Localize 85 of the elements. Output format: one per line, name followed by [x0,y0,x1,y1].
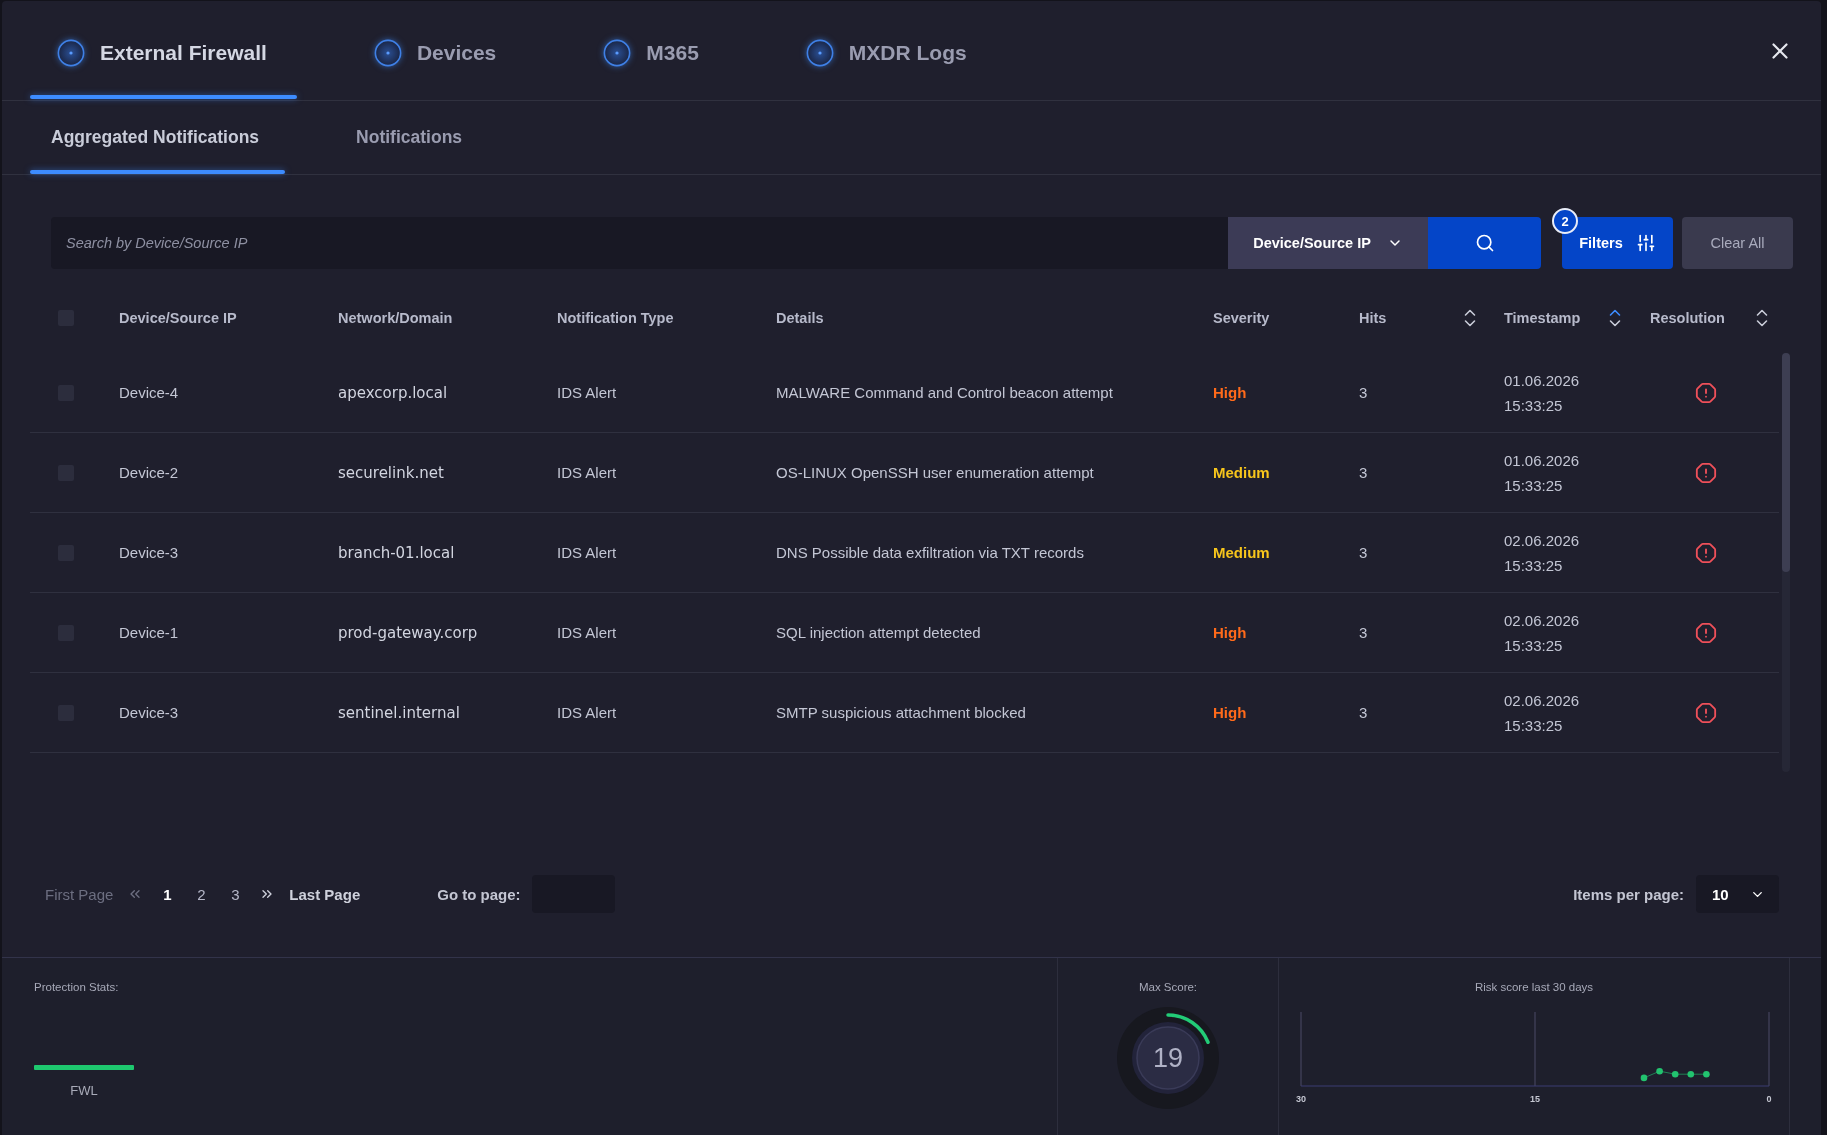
page-number[interactable]: 2 [191,879,212,909]
scrollbar-thumb[interactable] [1782,353,1790,572]
table-cell: branch-01.local [338,543,455,562]
timestamp-date: 02.06.2026 [1504,530,1580,551]
table-cell: 3 [1359,544,1368,561]
source-tab[interactable]: MXDR Logs [778,1,997,100]
severity-label: High [1213,704,1247,721]
page-number[interactable]: 1 [157,879,178,909]
table-cell: Device-3 [119,704,179,721]
section-title: Risk score last 30 days [1474,980,1594,994]
table-cell: Device-4 [119,384,179,401]
table-cell: SQL injection attempt detected [776,624,981,641]
source-tab[interactable]: External Firewall [30,1,297,100]
go-to-page-label: Go to page: [437,885,521,903]
axis-tick-label: 0 [1766,1094,1771,1104]
column-header: Network/Domain [338,310,453,326]
ring-dot-icon [57,38,85,67]
ring-dot-icon [373,38,402,67]
table-cell: IDS Alert [557,384,617,401]
column-header: Severity [1213,310,1270,326]
severity-label: Medium [1213,464,1270,481]
table-cell: 3 [1359,464,1368,481]
table-cell: OS-LINUX OpenSSH user enumeration attempt [776,464,1094,481]
view-tab[interactable]: Notifications [335,101,489,174]
table-cell: IDS Alert [557,544,617,561]
axis-tick-label: 15 [1529,1094,1540,1104]
table-cell: DNS Possible data exfiltration via TXT records [776,544,1084,561]
column-header: Hits [1359,310,1387,326]
table-cell: Device-1 [119,624,179,641]
page-number[interactable]: 3 [225,879,246,909]
timestamp-time: 15:33:25 [1504,555,1563,576]
ring-dot-icon [805,38,834,67]
sort-icon[interactable] [1464,308,1476,328]
clear-all-button[interactable]: Clear All [1682,217,1793,269]
search-icon [1474,233,1495,253]
items-per-page-label: Items per page: [1573,885,1684,903]
timestamp-date: 01.06.2026 [1504,370,1580,391]
timestamp-time: 15:33:25 [1504,475,1563,496]
view-tab[interactable]: Aggregated Notifications [30,101,286,174]
section-title: Protection Stats: [34,980,119,994]
last-page-link[interactable]: Last Page [289,885,361,903]
column-header: Device/Source IP [119,310,237,326]
severity-label: High [1213,624,1247,641]
column-header: Details [776,310,824,326]
timestamp-date: 02.06.2026 [1504,610,1580,631]
sliders-icon [1635,233,1656,253]
column-header: Resolution [1650,310,1725,326]
timestamp-time: 15:33:25 [1504,635,1563,656]
source-tab[interactable]: Devices [346,1,527,100]
sort-icon[interactable] [1756,308,1768,328]
ring-dot-icon [603,38,632,67]
search-button[interactable] [1428,217,1541,269]
table-cell: Device-3 [119,544,179,561]
table-cell: Device-2 [119,464,179,481]
timestamp-date: 01.06.2026 [1504,450,1580,471]
severity-label: Medium [1213,544,1270,561]
timestamp-time: 15:33:25 [1504,395,1563,416]
timestamp-date: 02.06.2026 [1504,690,1580,711]
search-field[interactable]: Search by Device/Source IP [51,217,1228,269]
table-cell: 3 [1359,704,1368,721]
table-cell: sentinel.internal [338,703,460,722]
filter-count-badge: 2 [1552,208,1578,234]
table-cell: 3 [1359,624,1368,641]
column-header: Timestamp [1504,310,1581,326]
table-cell: IDS Alert [557,704,617,721]
column-header: Notification Type [557,310,674,326]
score-value: 19 [1153,1044,1183,1072]
trend-sparkline [1640,1067,1710,1082]
table-cell: MALWARE Command and Control beacon attempt [776,384,1113,401]
sort-icon[interactable] [1609,308,1621,328]
stat-label: FWL [70,1083,98,1098]
table-cell: prod-gateway.corp [338,623,478,642]
items-per-page-select[interactable]: 10 [1696,875,1779,913]
source-tab[interactable]: M365 [576,1,729,100]
table-cell: IDS Alert [557,464,617,481]
search-field-select[interactable]: Device/Source IP [1228,217,1428,269]
timestamp-time: 15:33:25 [1504,715,1563,736]
severity-label: High [1213,384,1247,401]
axis-tick-label: 30 [1295,1094,1306,1104]
table-cell: 3 [1359,384,1368,401]
table-cell: SMTP suspicious attachment blocked [776,704,1026,721]
table-cell: IDS Alert [557,624,617,641]
table-cell: securelink.net [338,463,444,482]
section-title: Max Score: [1138,980,1198,994]
table-cell: apexcorp.local [338,383,448,402]
